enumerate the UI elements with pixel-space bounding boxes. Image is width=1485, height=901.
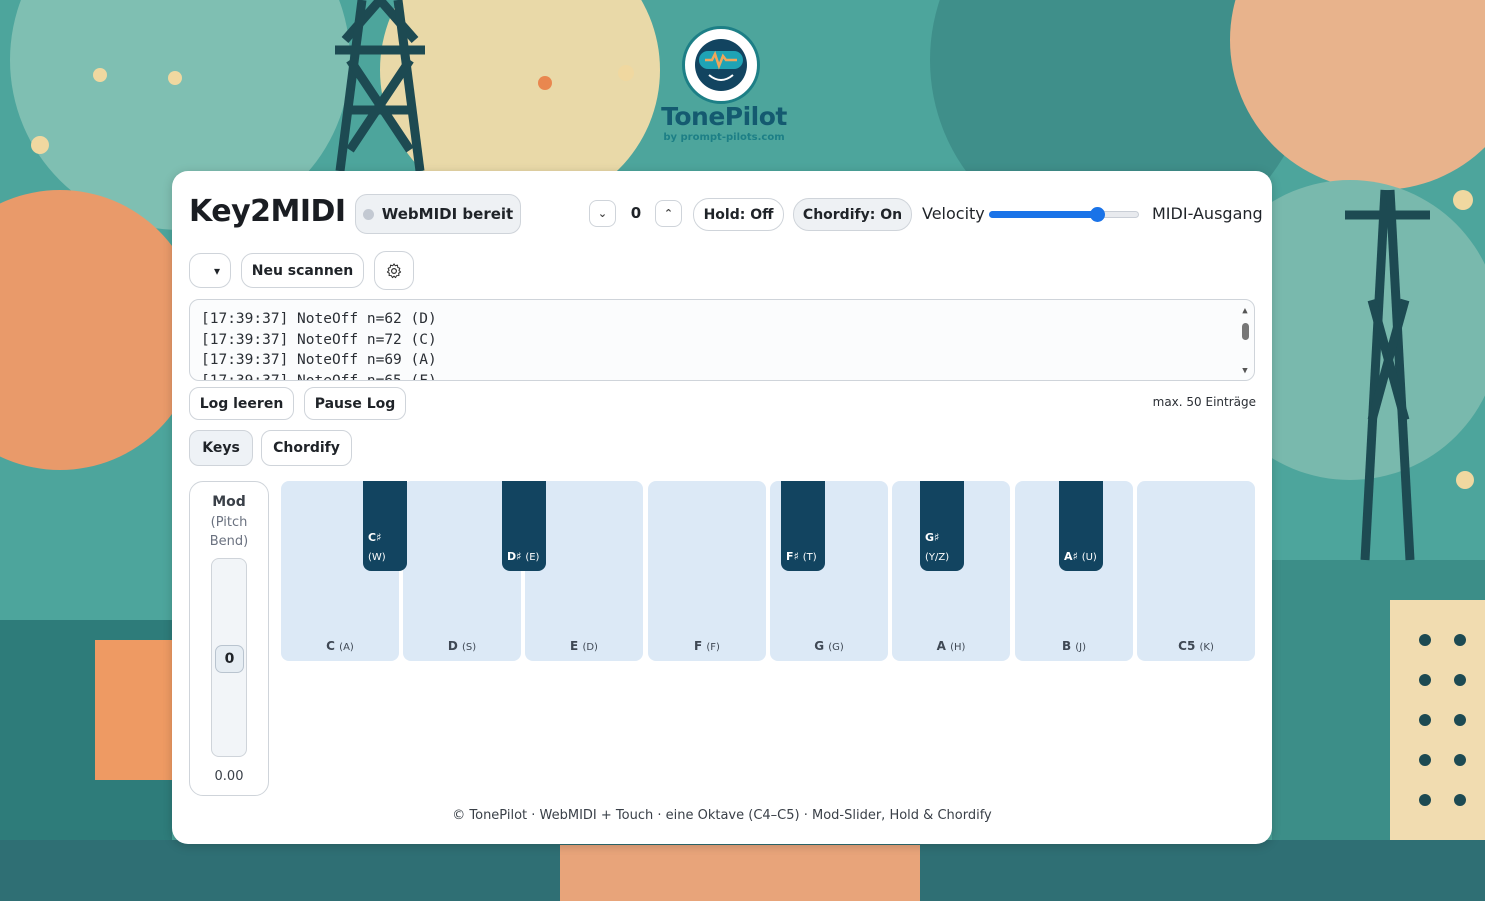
key-note: C♯ <box>368 531 382 544</box>
octave-down-button[interactable]: ⌄ <box>589 200 616 227</box>
midi-log[interactable]: [17:39:37] NoteOff n=62 (D) [17:39:37] N… <box>189 299 1255 381</box>
key-note: C <box>326 639 335 653</box>
key-note: F <box>694 639 703 653</box>
key-note: F♯ <box>786 550 799 563</box>
tab-keys[interactable]: Keys <box>189 430 253 466</box>
midi-device-select[interactable]: ▾ <box>189 253 231 288</box>
key-shortcut: (D) <box>582 642 598 653</box>
chevron-up-icon: ⌃ <box>663 207 674 220</box>
key-shortcut: (H) <box>950 642 966 653</box>
mod-title: Mod <box>212 494 246 510</box>
white-key-f[interactable]: F (F) <box>648 481 766 661</box>
velocity-thumb[interactable] <box>1090 207 1105 222</box>
chevron-down-icon: ⌄ <box>597 207 608 220</box>
headset-pilot-icon <box>682 26 760 104</box>
log-line: [17:39:37] NoteOff n=65 (F) <box>201 372 437 381</box>
status-dot-icon <box>362 208 374 220</box>
key-shortcut: (T) <box>802 552 817 563</box>
headset-glyph <box>695 39 747 91</box>
mod-slider-track[interactable]: 0 <box>211 558 247 757</box>
mod-subtitle: (Pitch Bend) <box>190 513 268 551</box>
black-key-g-sharp[interactable]: G♯ (Y/Z) <box>920 481 964 571</box>
mod-value: 0.00 <box>214 769 244 784</box>
mod-slider-thumb[interactable]: 0 <box>215 644 244 673</box>
midi-output-label: MIDI-Ausgang <box>1152 204 1263 223</box>
log-max-entries: max. 50 Einträge <box>1152 395 1256 409</box>
key-note: D <box>447 639 458 653</box>
settings-button[interactable] <box>374 251 414 290</box>
key-shortcut: (J) <box>1075 642 1087 653</box>
key-note: A♯ <box>1064 550 1078 563</box>
octave-value: 0 <box>630 204 642 222</box>
log-line: [17:39:37] NoteOff n=69 (A) <box>201 352 437 368</box>
black-key-d-sharp[interactable]: D♯ (E) <box>502 481 546 571</box>
app-title: Key2MIDI <box>189 194 346 229</box>
app-card: Key2MIDI WebMIDI bereit ⌄ 0 ⌃ Hold: Off … <box>172 171 1272 844</box>
footer-text: © TonePilot · WebMIDI + Touch · eine Okt… <box>452 808 992 823</box>
key-shortcut: (Y/Z) <box>925 552 950 563</box>
mod-subtitle-line2: Bend) <box>209 534 249 549</box>
key-shortcut: (S) <box>462 642 477 653</box>
chevron-down-icon: ▾ <box>213 263 221 278</box>
key-note: G <box>814 639 825 653</box>
log-scrollbar[interactable]: ▲ ▼ <box>1240 306 1250 376</box>
scroll-up-arrow-icon[interactable]: ▲ <box>1240 306 1250 316</box>
key-note: D♯ <box>507 550 522 563</box>
black-key-c-sharp[interactable]: C♯ (W) <box>363 481 407 571</box>
mod-subtitle-line1: (Pitch <box>210 515 248 530</box>
key-shortcut: (K) <box>1199 642 1214 653</box>
key-shortcut: (E) <box>525 552 540 563</box>
logo-wordmark: TonePilot <box>661 102 787 131</box>
key-shortcut: (A) <box>339 642 354 653</box>
pause-log-button[interactable]: Pause Log <box>304 387 406 420</box>
hold-toggle[interactable]: Hold: Off <box>693 198 784 231</box>
status-text: WebMIDI bereit <box>381 205 514 223</box>
scrollbar-thumb[interactable] <box>1242 323 1249 340</box>
clear-log-button[interactable]: Log leeren <box>189 387 294 420</box>
log-line: [17:39:37] NoteOff n=62 (D) <box>201 311 437 327</box>
key-shortcut: (U) <box>1081 552 1097 563</box>
tonepilot-logo: TonePilot by prompt-pilots.com <box>654 22 794 148</box>
key-note: G♯ <box>925 531 940 544</box>
key-shortcut: (F) <box>706 642 720 653</box>
key-shortcut: (W) <box>368 552 386 563</box>
velocity-label: Velocity <box>922 204 985 223</box>
chordify-toggle[interactable]: Chordify: On <box>793 198 912 231</box>
black-key-a-sharp[interactable]: A♯ (U) <box>1059 481 1103 571</box>
key-shortcut: (G) <box>828 642 844 653</box>
gear-icon <box>386 262 402 278</box>
logo-tagline: by prompt-pilots.com <box>663 132 785 143</box>
black-key-f-sharp[interactable]: F♯ (T) <box>781 481 825 571</box>
white-key-c5[interactable]: C5 (K) <box>1137 481 1255 661</box>
key-note: C5 <box>1178 639 1196 653</box>
scroll-down-arrow-icon[interactable]: ▼ <box>1240 366 1250 376</box>
piano-keyboard: C (A) D (S) E (D) F (F) G (G) A (H) B (J… <box>281 481 1255 661</box>
velocity-fill <box>989 211 1097 218</box>
key-note: B <box>1061 639 1072 653</box>
key-note: A <box>936 639 946 653</box>
velocity-slider[interactable] <box>989 207 1139 222</box>
tab-chordify[interactable]: Chordify <box>261 430 352 466</box>
octave-up-button[interactable]: ⌃ <box>655 200 682 227</box>
key-note: E <box>570 639 579 653</box>
log-line: [17:39:37] NoteOff n=72 (C) <box>201 331 437 348</box>
mod-pitchbend-panel: Mod (Pitch Bend) 0 0.00 <box>189 481 269 796</box>
webmidi-status-badge: WebMIDI bereit <box>355 194 521 234</box>
rescan-button[interactable]: Neu scannen <box>241 253 364 288</box>
